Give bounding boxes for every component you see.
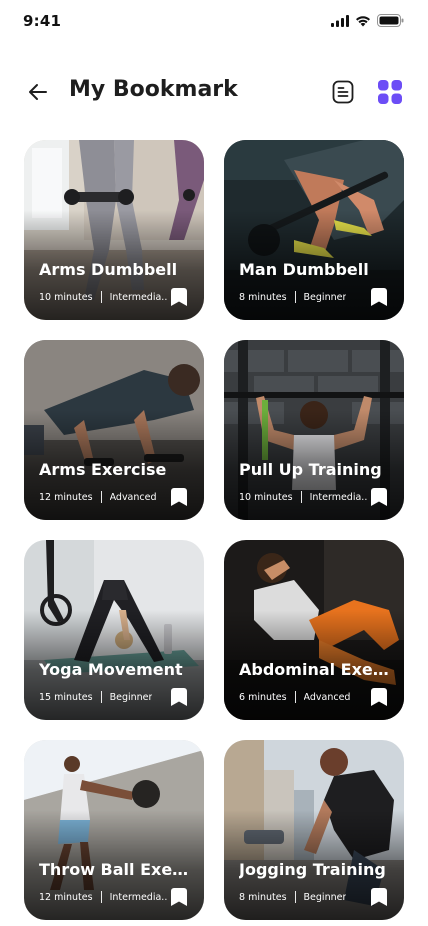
workout-card[interactable]: Arms Exercise 12 minutes Advanced [24, 340, 204, 520]
card-title: Arms Exercise [39, 460, 167, 479]
meta-divider [294, 891, 296, 903]
card-level: Beginner [303, 891, 347, 903]
status-bar: 9:41 [0, 0, 428, 44]
card-meta: 8 minutes Beginner [239, 891, 369, 903]
header: My Bookmark [0, 60, 428, 124]
card-title: Abdominal Exerc.. [239, 660, 389, 679]
bookmark-icon[interactable] [171, 688, 187, 706]
card-level: Advanced [303, 691, 351, 703]
list-view-button[interactable] [327, 76, 359, 108]
page-title: My Bookmark [69, 77, 238, 102]
workout-card[interactable]: Throw Ball Exerc.. 12 minutes Intermedia… [24, 740, 204, 920]
card-duration: 8 minutes [239, 891, 287, 903]
card-title: Man Dumbbell [239, 260, 369, 279]
grid-view-icon [378, 80, 402, 104]
meta-divider [294, 691, 296, 703]
meta-divider [100, 891, 102, 903]
signal-icon [331, 14, 349, 27]
card-duration: 10 minutes [39, 291, 93, 303]
card-meta: 12 minutes Advanced [39, 491, 169, 503]
arrow-left-icon [29, 84, 47, 100]
card-duration: 12 minutes [39, 891, 93, 903]
card-duration: 6 minutes [239, 691, 287, 703]
workout-card[interactable]: Arms Dumbbell 10 minutes Intermedia.. [24, 140, 204, 320]
card-meta: 10 minutes Intermedia.. [239, 491, 369, 503]
card-meta: 8 minutes Beginner [239, 291, 369, 303]
list-view-icon [332, 80, 354, 104]
bookmark-icon[interactable] [171, 288, 187, 306]
meta-divider [100, 691, 102, 703]
meta-divider [294, 291, 296, 303]
grid-view-button[interactable] [374, 76, 406, 108]
workout-card[interactable]: Abdominal Exerc.. 6 minutes Advanced [224, 540, 404, 720]
bookmark-icon[interactable] [371, 888, 387, 906]
card-meta: 12 minutes Intermedia.. [39, 891, 169, 903]
bookmark-icon[interactable] [371, 688, 387, 706]
card-level: Advanced [109, 491, 157, 503]
meta-divider [100, 491, 102, 503]
bookmark-grid: Arms Dumbbell 10 minutes Intermedia.. Ma… [24, 140, 404, 920]
wifi-icon [356, 15, 370, 26]
workout-card[interactable]: Pull Up Training 10 minutes Intermedia.. [224, 340, 404, 520]
bookmark-icon[interactable] [171, 488, 187, 506]
card-meta: 15 minutes Beginner [39, 691, 169, 703]
card-title: Pull Up Training [239, 460, 382, 479]
workout-card[interactable]: Jogging Training 8 minutes Beginner [224, 740, 404, 920]
bookmark-icon[interactable] [171, 888, 187, 906]
card-title: Jogging Training [239, 860, 386, 879]
card-level: Beginner [109, 691, 153, 703]
card-title: Throw Ball Exerc.. [39, 860, 189, 879]
bookmark-icon[interactable] [371, 288, 387, 306]
card-meta: 10 minutes Intermedia.. [39, 291, 169, 303]
card-duration: 15 minutes [39, 691, 93, 703]
card-duration: 12 minutes [39, 491, 93, 503]
meta-divider [300, 491, 302, 503]
card-level: Intermedia.. [109, 291, 168, 303]
card-level: Beginner [303, 291, 347, 303]
status-time: 9:41 [23, 12, 62, 30]
card-title: Yoga Movement [39, 660, 183, 679]
battery-icon [377, 14, 404, 27]
workout-card[interactable]: Man Dumbbell 8 minutes Beginner [224, 140, 404, 320]
card-duration: 8 minutes [239, 291, 287, 303]
card-level: Intermedia.. [109, 891, 168, 903]
meta-divider [100, 291, 102, 303]
back-button[interactable] [22, 76, 54, 108]
card-duration: 10 minutes [239, 491, 293, 503]
bookmark-icon[interactable] [371, 488, 387, 506]
workout-card[interactable]: Yoga Movement 15 minutes Beginner [24, 540, 204, 720]
card-title: Arms Dumbbell [39, 260, 178, 279]
card-meta: 6 minutes Advanced [239, 691, 369, 703]
status-icons [331, 14, 404, 27]
card-level: Intermedia.. [309, 491, 368, 503]
